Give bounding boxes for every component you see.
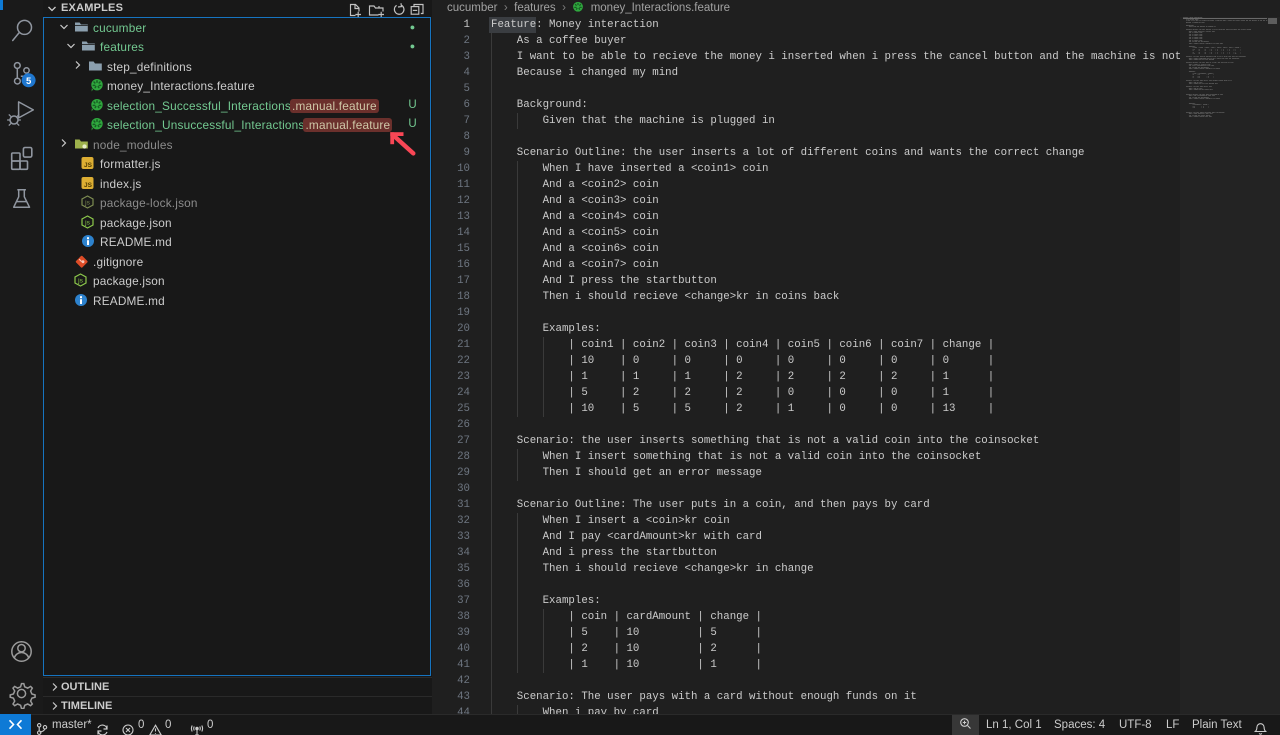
svg-text:JS: JS (84, 162, 93, 169)
svg-text:js: js (84, 200, 90, 207)
svg-text:js: js (84, 219, 90, 226)
svg-text:5: 5 (26, 76, 32, 87)
svg-text:js: js (77, 278, 83, 285)
svg-text:JS: JS (84, 182, 93, 189)
